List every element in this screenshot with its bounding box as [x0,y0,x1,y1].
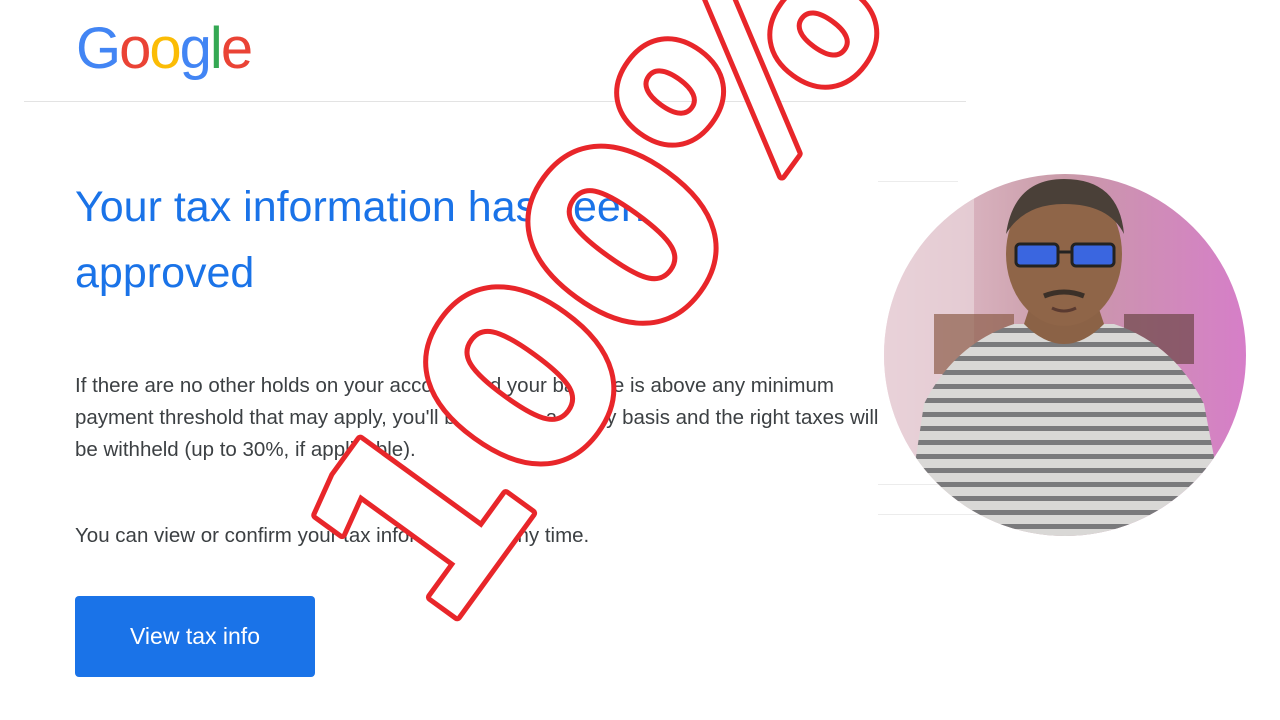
email-paragraph-view: You can view or confirm your tax informa… [75,523,590,547]
presenter-illustration [884,174,1246,536]
logo-letter: l [209,16,223,81]
email-paragraph-payment: If there are no other holds on your acco… [75,373,879,461]
logo-letter: o [119,16,151,81]
header-divider [24,101,966,102]
logo-letter: e [220,16,253,81]
logo-letter: g [179,16,212,81]
email-title: Your tax information has been approved [75,182,645,297]
logo-letter: G [76,16,121,81]
presenter-photo [884,174,1246,536]
logo-letter: o [149,16,181,81]
view-tax-info-button[interactable]: View tax info [75,596,315,677]
google-logo: Google [76,16,253,81]
